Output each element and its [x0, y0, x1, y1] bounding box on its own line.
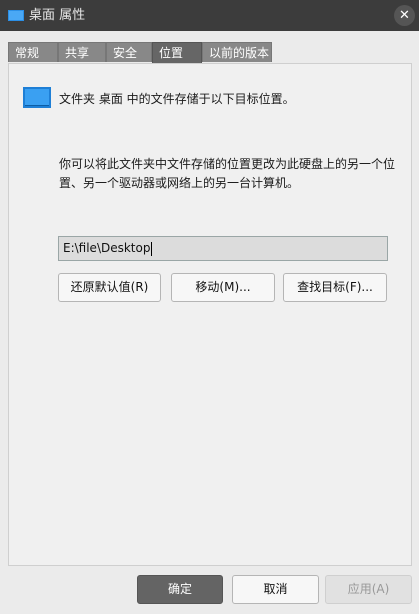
restore-default-button[interactable]: 还原默认值(R) [58, 273, 161, 302]
close-icon: ✕ [399, 8, 410, 23]
cancel-button[interactable]: 取消 [232, 575, 319, 604]
tab-location[interactable]: 位置 [152, 42, 202, 64]
close-button[interactable]: ✕ [394, 5, 415, 26]
tab-previous-versions[interactable]: 以前的版本 [202, 42, 272, 62]
location-description: 文件夹 桌面 中的文件存储于以下目标位置。 [59, 92, 295, 106]
title-bar: 桌面 属性 ✕ [0, 0, 419, 31]
folder-desktop-icon [8, 10, 24, 21]
move-description: 你可以将此文件夹中文件存储的位置更改为此硬盘上的另一个位置、另一个驱动器或网络上… [59, 157, 396, 190]
find-target-button[interactable]: 查找目标(F)... [283, 273, 387, 302]
path-value: E:\file\Desktop [63, 241, 151, 255]
folder-desktop-icon [23, 87, 51, 108]
tab-security[interactable]: 安全 [106, 42, 152, 62]
window-title: 桌面 属性 [29, 8, 86, 23]
text-caret [151, 241, 153, 256]
location-panel: 文件夹 桌面 中的文件存储于以下目标位置。 你可以将此文件夹中文件存储的位置更改… [8, 63, 412, 566]
tab-general[interactable]: 常规 [8, 42, 58, 62]
tab-sharing[interactable]: 共享 [58, 42, 106, 62]
path-input[interactable]: E:\file\Desktop [58, 236, 388, 261]
ok-button[interactable]: 确定 [137, 575, 223, 604]
apply-button[interactable]: 应用(A) [325, 575, 412, 604]
move-button[interactable]: 移动(M)... [171, 273, 275, 302]
